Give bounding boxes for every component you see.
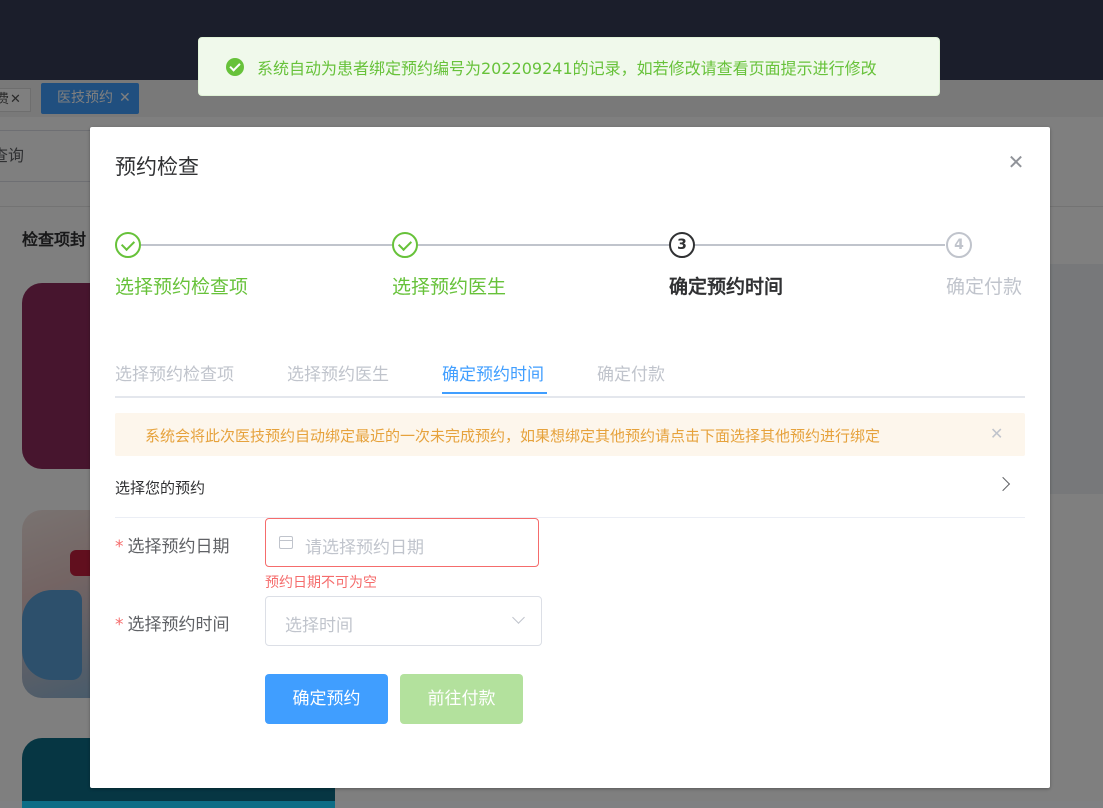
step-1: 选择预约检查项 [115, 232, 248, 298]
steps: 选择预约检查项 选择预约医生 3 确定预约时间 4 确定付款 [115, 232, 1025, 302]
step-label: 选择预约检查项 [115, 276, 249, 298]
tab-select-doctor[interactable]: 选择预约医生 [287, 360, 389, 385]
close-icon[interactable]: ✕ [1006, 152, 1026, 172]
date-picker-input[interactable]: 请选择预约日期 [265, 518, 539, 567]
step-number: 3 [669, 232, 695, 258]
date-error: 预约日期不可为空 [265, 575, 377, 591]
booking-dialog: 预约检查 ✕ 选择预约检查项 选择预约医生 3 确定预约时间 4 确定付款 选择… [90, 127, 1050, 788]
tab-active-bar [442, 392, 547, 394]
tab-confirm-payment[interactable]: 确定付款 [597, 360, 665, 385]
step-check-icon [392, 232, 418, 258]
step-connector [418, 244, 669, 246]
dialog-tabs: 选择预约检查项 选择预约医生 确定预约时间 确定付款 [115, 352, 1025, 398]
step-label: 确定付款 [946, 276, 1023, 298]
alert-text: 系统会将此次医技预约自动绑定最近的一次未完成预约，如果想绑定其他预约请点击下面选… [145, 427, 881, 445]
time-label-text: 选择预约时间 [127, 615, 230, 635]
step-label: 确定预约时间 [669, 276, 784, 298]
date-label-text: 选择预约日期 [127, 537, 230, 557]
select-booking-label: 选择您的预约 [115, 479, 206, 497]
step-4: 4 确定付款 [946, 232, 1022, 298]
check-circle-icon [226, 57, 244, 76]
time-select[interactable]: 选择时间 [265, 596, 542, 646]
tab-select-exam[interactable]: 选择预约检查项 [115, 360, 234, 385]
time-placeholder: 选择时间 [285, 616, 353, 636]
step-connector [695, 244, 945, 246]
calendar-icon [279, 536, 293, 549]
select-booking-cell[interactable]: 选择您的预约 [115, 457, 1025, 518]
success-toast: 系统自动为患者绑定预约编号为202209241的记录，如若修改请查看页面提示进行… [198, 37, 940, 96]
step-connector [141, 244, 392, 246]
chevron-right-icon [995, 476, 1011, 492]
required-mark: * [115, 537, 124, 557]
warning-alert: 系统会将此次医技预约自动绑定最近的一次未完成预约，如果想绑定其他预约请点击下面选… [115, 413, 1025, 456]
toast-message: 系统自动为患者绑定预约编号为202209241的记录，如若修改请查看页面提示进行… [257, 58, 877, 78]
step-2: 选择预约医生 [392, 232, 506, 298]
confirm-booking-button[interactable]: 确定预约 [265, 674, 388, 724]
dialog-title: 预约检查 [115, 155, 199, 179]
date-label: * 选择预约日期 [115, 532, 230, 557]
step-label: 选择预约医生 [392, 276, 507, 298]
step-3: 3 确定预约时间 [669, 232, 783, 298]
tab-confirm-time[interactable]: 确定预约时间 [442, 360, 544, 385]
alert-close-icon[interactable]: ✕ [990, 424, 1003, 443]
chevron-down-icon [512, 611, 525, 624]
go-to-payment-button[interactable]: 前往付款 [400, 674, 523, 724]
date-placeholder: 请选择预约日期 [305, 538, 424, 558]
step-check-icon [115, 232, 141, 258]
time-label: * 选择预约时间 [115, 610, 230, 635]
step-number: 4 [946, 232, 972, 258]
required-mark: * [115, 615, 124, 635]
